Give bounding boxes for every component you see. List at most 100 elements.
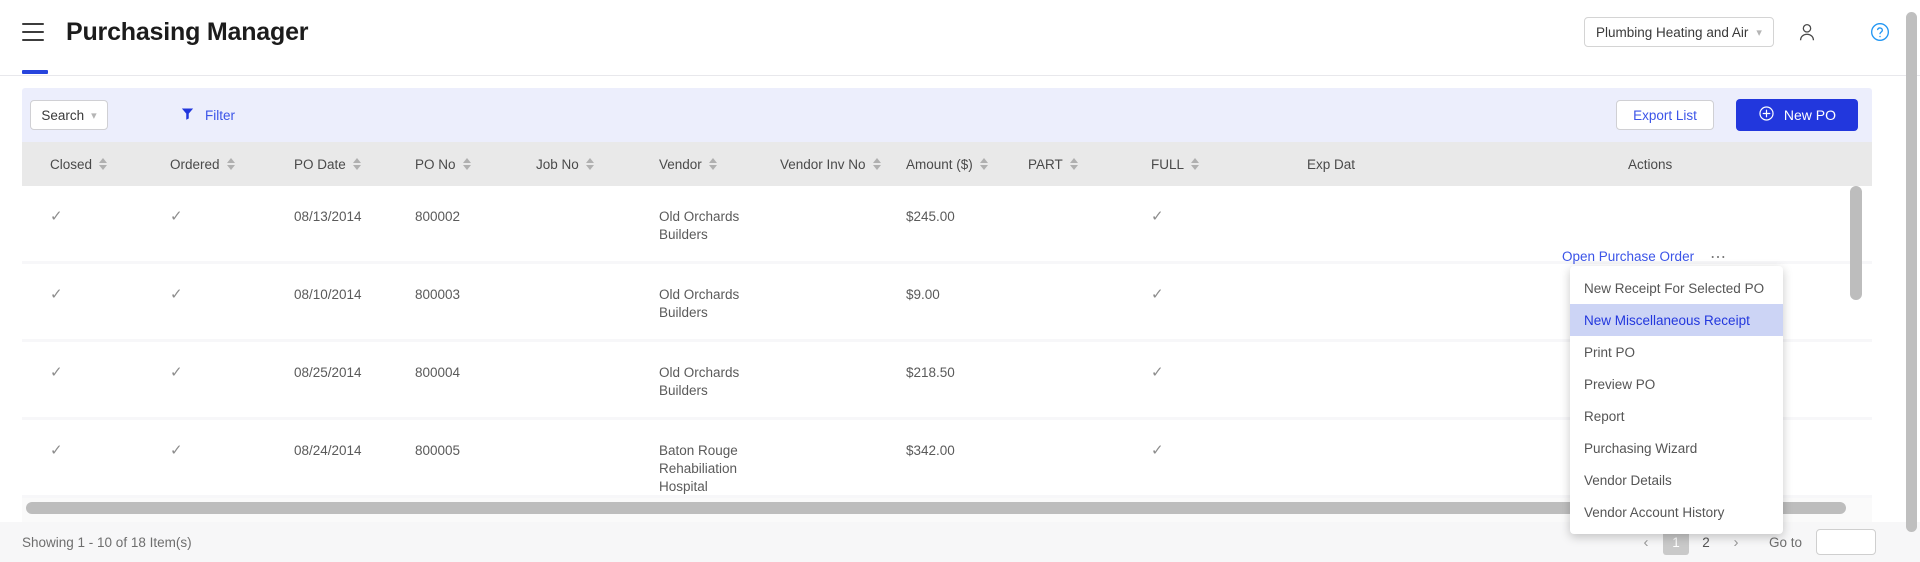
new-po-button[interactable]: New PO [1735,99,1858,131]
menu-item-new-receipt-for-selected-po[interactable]: New Receipt For Selected PO [1570,272,1783,304]
user-icon[interactable] [1794,19,1820,45]
cell-po-date: 08/25/2014 [294,365,362,380]
row-actions-menu-button[interactable]: ⋯ [1710,247,1727,267]
cell-closed: ✓ [50,442,63,459]
menu-item-purchasing-wizard[interactable]: Purchasing Wizard [1570,432,1783,464]
row-actions-menu: New Receipt For Selected PO New Miscellan… [1570,266,1783,534]
page-vertical-scrollbar[interactable] [1906,12,1917,550]
column-header-po-no[interactable]: PO No [415,142,515,186]
sort-arrows-icon[interactable] [979,158,988,170]
column-header-label: PART [1028,156,1063,172]
sort-arrows-icon[interactable] [872,158,881,170]
cell-amount: $342.00 [906,443,955,458]
cell-full: ✓ [1151,286,1164,303]
sort-arrows-icon[interactable] [226,158,235,170]
column-header-label: Vendor Inv No [780,156,866,172]
cell-amount: $218.50 [906,365,955,380]
cell-po-no: 800004 [415,365,461,380]
cell-amount: $9.00 [906,287,940,302]
organization-select-value: Plumbing Heating and Air [1596,24,1749,40]
sort-arrows-icon[interactable] [585,158,594,170]
export-list-label: Export List [1633,107,1697,123]
menu-item-vendor-account-history[interactable]: Vendor Account History [1570,496,1783,528]
cell-po-date: 08/10/2014 [294,287,362,302]
column-header-label: Amount ($) [906,156,973,172]
column-header-po-date[interactable]: PO Date [294,142,404,186]
column-header-vendor[interactable]: Vendor [659,142,759,186]
menu-item-report[interactable]: Report [1570,400,1783,432]
tab-strip [0,64,1920,76]
filter-button[interactable]: Filter [180,106,235,124]
column-header-ordered[interactable]: Ordered [170,142,280,186]
open-purchase-order-link[interactable]: Open Purchase Order [1562,249,1694,264]
active-tab-indicator[interactable] [22,70,48,74]
menu-item-new-miscellaneous-receipt[interactable]: New Miscellaneous Receipt [1570,304,1783,336]
sort-arrows-icon[interactable] [1191,158,1200,170]
search-button-label: Search [41,107,85,123]
cell-amount: $245.00 [906,209,955,224]
cell-po-date: 08/13/2014 [294,209,362,224]
showing-count-text: Showing 1 - 10 of 18 Item(s) [22,534,192,550]
cell-closed: ✓ [50,286,63,303]
column-header-label: Ordered [170,156,220,172]
page-vertical-scrollbar-thumb[interactable] [1906,12,1917,532]
organization-select[interactable]: Plumbing Heating and Air ▾ [1584,17,1774,47]
column-header-vendor-inv-no[interactable]: Vendor Inv No [780,142,920,186]
column-header-label: Closed [50,156,93,172]
hamburger-icon[interactable] [22,23,44,41]
cell-vendor: Old Orchards Builders [659,287,740,320]
cell-ordered: ✓ [170,208,183,225]
menu-item-print-po[interactable]: Print PO [1570,336,1783,368]
column-header-label: FULL [1151,156,1185,172]
column-header-part[interactable]: PART [1028,142,1128,186]
cell-vendor: Old Orchards Builders [659,209,740,242]
cell-full: ✓ [1151,208,1164,225]
cell-ordered: ✓ [170,286,183,303]
page-title: Purchasing Manager [66,17,309,46]
column-header-label: PO Date [294,156,346,172]
goto-page-input[interactable] [1816,529,1876,555]
sort-arrows-icon[interactable] [99,158,108,170]
column-header-full[interactable]: FULL [1151,142,1251,186]
cell-po-no: 800005 [415,443,461,458]
column-header-exp-dat: Exp Dat [1307,142,1369,186]
column-header-job-no[interactable]: Job No [536,142,636,186]
menu-item-preview-po[interactable]: Preview PO [1570,368,1783,400]
cell-po-no: 800003 [415,287,461,302]
sort-arrows-icon[interactable] [708,158,717,170]
table-vertical-scrollbar-thumb[interactable] [1850,186,1862,300]
search-button[interactable]: Search ▾ [30,100,108,130]
table-header-row: Closed Ordered PO Date PO No Job No Vendor Ven… [22,142,1872,186]
cell-po-no: 800002 [415,209,461,224]
help-circle-icon[interactable] [1870,22,1890,42]
actions-header-label: Actions [1628,156,1673,172]
actions-column-header: Actions [1614,142,1846,186]
list-toolbar: Search ▾ Filter Export List New PO [22,88,1872,142]
sort-arrows-icon[interactable] [1069,158,1078,170]
purchasing-manager-page: Purchasing Manager Plumbing Heating and … [0,0,1920,562]
plus-circle-icon [1758,105,1775,125]
toolbar-right-actions: Export List New PO [1616,99,1872,131]
sort-arrows-icon[interactable] [352,158,361,170]
cell-ordered: ✓ [170,364,183,381]
funnel-icon [180,106,195,124]
cell-full: ✓ [1151,364,1164,381]
column-header-label: Vendor [659,156,702,172]
cell-closed: ✓ [50,208,63,225]
sort-arrows-icon[interactable] [462,158,471,170]
column-header-label: PO No [415,156,456,172]
table-vertical-scrollbar[interactable] [1850,186,1862,496]
export-list-button[interactable]: Export List [1616,100,1714,130]
cell-vendor: Baton Rouge Rehabiliation Hospital [659,443,738,494]
cell-full: ✓ [1151,442,1164,459]
column-header-label: Exp Dat [1307,156,1356,172]
header-actions: Plumbing Heating and Air ▾ [1584,0,1920,64]
cell-po-date: 08/24/2014 [294,443,362,458]
column-header-amount[interactable]: Amount ($) [906,142,1036,186]
chevron-down-icon: ▾ [91,109,97,122]
column-header-label: Job No [536,156,579,172]
cell-closed: ✓ [50,364,63,381]
menu-item-vendor-details[interactable]: Vendor Details [1570,464,1783,496]
new-po-label: New PO [1783,107,1836,123]
column-header-closed[interactable]: Closed [50,142,160,186]
